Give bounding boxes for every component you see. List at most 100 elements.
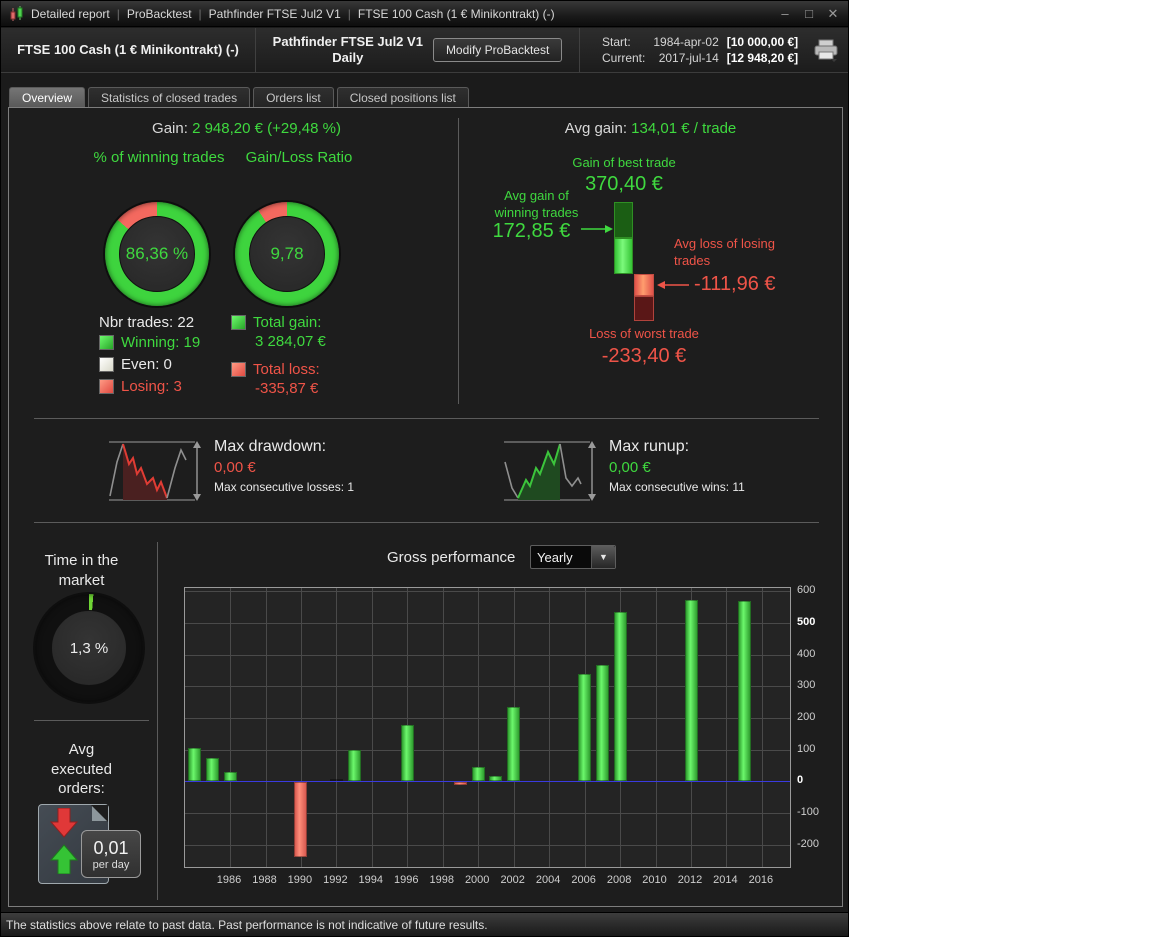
worst-trade-label: Loss of worst trade [589,326,699,341]
period-dropdown[interactable]: Yearly ▼ [530,545,616,569]
avg-win-label: Avg gain of winning trades [494,188,579,220]
legend-item: Even: 0 [99,356,200,373]
avg-loss-arrow-icon [657,281,689,289]
runup-chart-icon [504,441,596,501]
minimize-button[interactable]: – [778,1,792,27]
gain-loss-ratio-donut: 9,78 [235,202,339,306]
y-tick-label: 500 [797,615,816,628]
title-bar: Detailed report | ProBacktest | Pathfinder F… [1,1,848,27]
x-tick-label: 1998 [429,874,455,886]
x-tick-label: 1988 [252,874,277,886]
gross-performance-title: Gross performance [387,549,516,566]
year-bar-2007 [595,664,609,782]
detailed-report-window: Detailed report | ProBacktest | Pathfinder F… [0,0,849,937]
year-bar-2008 [613,612,627,782]
nbr-trades: Nbr trades: 22 [99,314,195,331]
avg-win-bar [614,238,633,274]
year-bar-2012 [684,600,698,782]
y-tick-label: 100 [797,742,816,755]
x-tick-label: 1994 [358,874,384,886]
period-dropdown-value: Yearly [537,549,573,565]
year-bar-1985 [205,757,219,782]
year-bar-1996 [400,725,414,782]
x-tick-label: 2004 [535,874,561,886]
title-segment: FTSE 100 Cash (1 € Minikontrakt) (-) [357,6,555,21]
total-gain-block: Total gain: 3 284,07 € [231,314,326,350]
avg-orders-label: Avg executed orders: [51,741,112,797]
tab-closed-positions-list[interactable]: Closed positions list [336,87,469,108]
x-tick-label: 1990 [287,874,313,886]
buy-arrow-icon [49,844,79,874]
y-tick-label: 200 [797,711,816,723]
window-title: Detailed report | ProBacktest | Pathfinder F… [31,6,555,21]
x-tick-label: 2002 [500,874,525,886]
sell-arrow-icon [49,808,79,838]
gain-loss-ratio-value: 9,78 [249,216,325,292]
legend-item: Winning: 19 [99,334,200,351]
gain-loss-ratio-donut-label: Gain/Loss Ratio [245,149,353,166]
print-icon[interactable] [812,38,840,62]
gross-performance-chart [184,587,791,868]
year-bar-1986 [223,771,237,782]
drawdown-value: 0,00 € [214,459,256,476]
start-current-values: Start: 1984-apr-02 [10 000,00 €] Current… [602,35,799,65]
green-swatch [99,335,114,350]
drawdown-block: Max drawdown: 0,00 € Max consecutive los… [214,438,355,494]
y-tick-label: 0 [797,774,804,787]
total-loss-swatch [231,362,246,377]
winning-trades-donut-label: % of winning trades [93,149,225,166]
x-tick-label: 2006 [571,874,596,886]
best-trade-bar [614,202,633,238]
y-tick-label: -200 [797,837,820,850]
legend-item: Losing: 3 [99,378,200,395]
total-gain-swatch [231,315,246,330]
year-bar-1984 [188,748,201,782]
x-tick-label: 2010 [642,874,667,886]
y-tick-label: 300 [797,679,816,692]
system-name: Pathfinder FTSE Jul2 V1 Daily [272,33,423,65]
best-trade-label: Gain of best trade [572,155,676,170]
avg-loss-value: -111,96 € [694,273,776,295]
runup-value: 0,00 € [609,459,651,476]
year-bar-1990 [294,782,308,857]
year-bar-1993 [347,749,361,782]
runup-block: Max runup: 0,00 € Max consecutive wins: … [609,438,745,494]
y-tick-label: 600 [797,584,816,597]
disclaimer-text: The statistics above relate to past data… [6,918,488,932]
trades-legend: Winning: 19 Even: 0 Losing: 3 [99,334,200,400]
worst-trade-bar [634,296,654,321]
avg-gain-panel: Avg gain: 134,01 € / trade Gain of best … [459,108,842,408]
x-tick-label: 2014 [713,874,738,886]
tab-statistics-of-closed-trades[interactable]: Statistics of closed trades [88,87,251,108]
winning-trades-donut: 86,36 % [105,202,209,306]
tab-bar: Overview Statistics of closed trades Order… [9,87,469,108]
avg-gain-summary: Avg gain: 134,01 € / trade [564,120,737,137]
time-in-market-value: 1,3 % [51,610,127,686]
modify-probacktest-button[interactable]: Modify ProBacktest [432,38,563,62]
worst-trade-value: -233,40 € [601,345,687,367]
y-tick-label: 400 [797,647,816,660]
time-in-market-donut: 1,3 % [35,594,143,702]
status-bar: The statistics above relate to past data… [1,912,848,936]
tab-orders-list[interactable]: Orders list [253,87,334,108]
year-bar-2002 [507,706,521,782]
title-segment: Detailed report [31,6,110,21]
year-bar-2006 [578,673,592,782]
instrument-name: FTSE 100 Cash (1 € Minikontrakt) (-) [17,41,239,57]
chevron-down-icon: ▼ [591,546,615,568]
tab-overview[interactable]: Overview [9,87,86,108]
y-tick-label: -100 [797,806,820,819]
avg-win-value: 172,85 € [492,220,571,242]
avg-loss-label: Avg loss of losing trades [674,236,775,268]
x-tick-label: 1986 [216,874,242,886]
x-tick-label: 2016 [748,874,774,886]
drawdown-chart-icon [109,441,201,501]
year-bar-2015 [737,601,751,782]
maximize-button[interactable]: □ [802,1,816,27]
avg-orders-value-box: 0,01 per day [81,830,141,878]
year-bar-2000 [471,766,485,782]
x-tick-label: 1996 [394,874,419,886]
x-tick-label: 2008 [606,874,632,886]
x-tick-label: 2012 [677,874,703,886]
close-button[interactable]: ✕ [826,1,840,27]
